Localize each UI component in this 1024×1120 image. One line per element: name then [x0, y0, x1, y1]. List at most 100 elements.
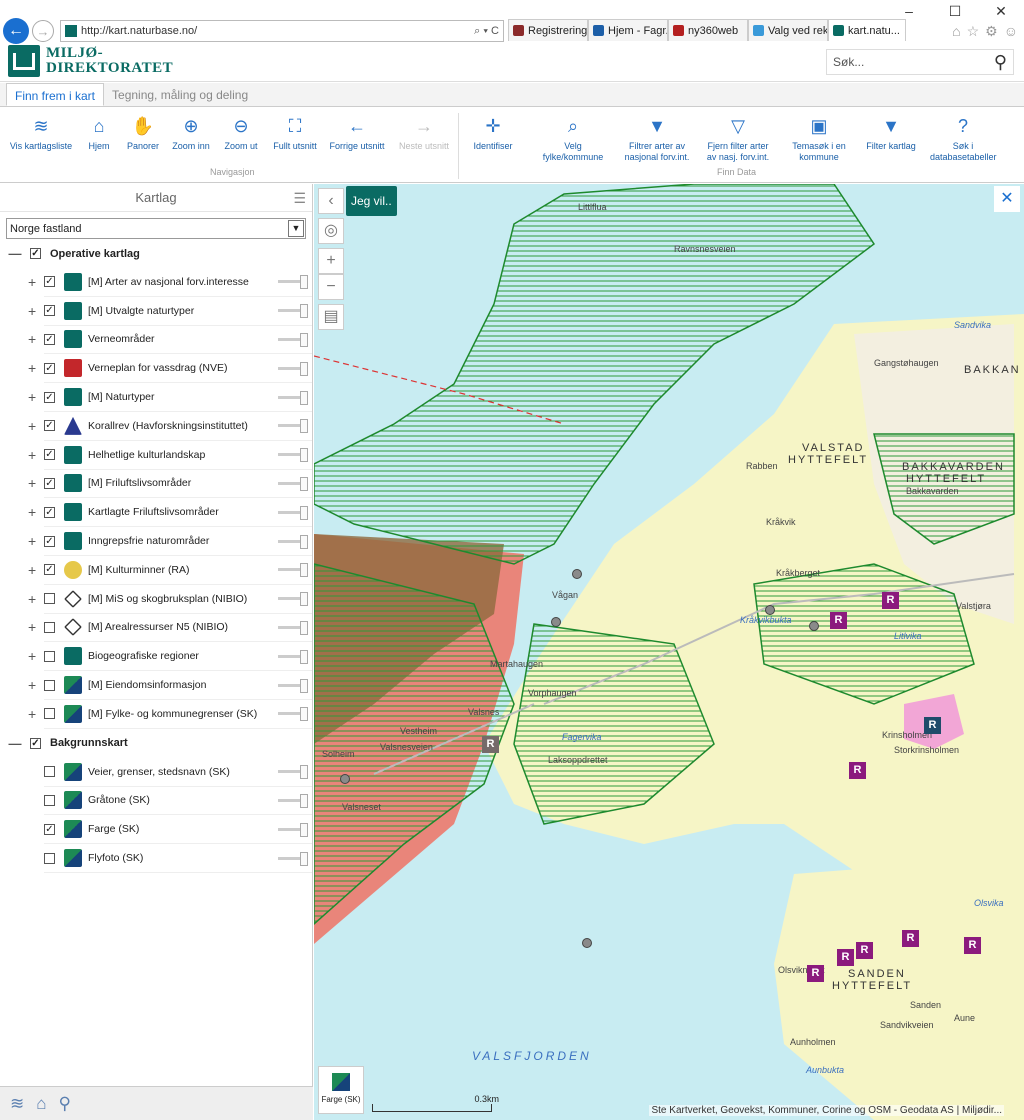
- cultural-heritage-marker[interactable]: R: [924, 717, 941, 734]
- opacity-slider[interactable]: [278, 563, 308, 578]
- layer-row[interactable]: + ✓ [M] Naturtyper: [28, 383, 312, 412]
- opacity-slider[interactable]: [278, 851, 308, 866]
- search-database-button[interactable]: ? Søk i databasetabeller: [930, 115, 997, 163]
- layer-checkbox[interactable]: ✓: [44, 449, 55, 461]
- legend-book-icon[interactable]: ▤: [318, 304, 344, 330]
- layers-button[interactable]: ≋ Vis kartlagsliste: [8, 115, 74, 152]
- favorites-icon[interactable]: ☆: [967, 23, 980, 40]
- map-canvas[interactable]: [314, 184, 1024, 1120]
- cultural-heritage-marker[interactable]: R: [849, 762, 866, 779]
- layer-row[interactable]: Veier, grenser, stedsnavn (SK): [44, 758, 312, 787]
- layer-checkbox[interactable]: ✓: [44, 823, 55, 835]
- expand-icon[interactable]: +: [28, 418, 36, 434]
- opacity-slider[interactable]: [278, 793, 308, 808]
- layer-row[interactable]: + ✓ [M] Kulturminner (RA): [28, 556, 312, 585]
- layers-footer-icon[interactable]: ≋: [10, 1094, 24, 1114]
- layer-checkbox[interactable]: [44, 794, 55, 806]
- close-tab-icon[interactable]: ×: [904, 23, 905, 38]
- layer-checkbox[interactable]: ✓: [44, 391, 55, 403]
- browser-tab[interactable]: ny360web: [668, 19, 748, 41]
- url-text[interactable]: http://kart.naturbase.no/: [81, 25, 470, 37]
- expand-icon[interactable]: +: [28, 447, 36, 463]
- collapse-panel-button[interactable]: ‹: [318, 188, 344, 214]
- browser-tab[interactable]: Valg ved rek...: [748, 19, 828, 41]
- expand-icon[interactable]: +: [28, 274, 36, 290]
- tab-tegning-maling-deling[interactable]: Tegning, måling og deling: [104, 83, 256, 106]
- layer-row[interactable]: ✓ Farge (SK): [44, 815, 312, 845]
- list-view-icon[interactable]: ☰: [293, 184, 306, 212]
- browser-tab[interactable]: kart.natu... ×: [828, 19, 906, 41]
- operative-group-checkbox[interactable]: ✓: [30, 248, 41, 259]
- layer-row[interactable]: + [M] Eiendomsinformasjon: [28, 671, 312, 700]
- opacity-slider[interactable]: [278, 332, 308, 347]
- opacity-slider[interactable]: [278, 505, 308, 520]
- opacity-slider[interactable]: [278, 419, 308, 434]
- cultural-heritage-marker[interactable]: R: [964, 937, 981, 954]
- opacity-slider[interactable]: [278, 822, 308, 837]
- layer-checkbox[interactable]: ✓: [44, 506, 55, 518]
- browser-tab[interactable]: Hjem - Fagr...: [588, 19, 668, 41]
- layer-checkbox[interactable]: ✓: [44, 564, 55, 576]
- expand-icon[interactable]: +: [28, 591, 36, 607]
- cultural-heritage-marker[interactable]: R: [902, 930, 919, 947]
- layer-row[interactable]: + ✓ [M] Friluftslivsområder: [28, 470, 312, 499]
- layer-checkbox[interactable]: ✓: [44, 305, 55, 317]
- opacity-slider[interactable]: [278, 304, 308, 319]
- back-button[interactable]: ←: [3, 18, 29, 44]
- zoom-in-map-button[interactable]: +: [318, 248, 344, 274]
- expand-icon[interactable]: +: [28, 677, 36, 693]
- layer-checkbox[interactable]: ✓: [44, 333, 55, 345]
- settings-gear-icon[interactable]: ⚙: [985, 23, 998, 40]
- layer-row[interactable]: + [M] Fylke- og kommunegrenser (SK): [28, 700, 312, 729]
- collapse-icon[interactable]: —: [0, 246, 30, 261]
- collapse-icon[interactable]: —: [0, 736, 30, 751]
- cultural-heritage-marker[interactable]: R: [856, 942, 873, 959]
- layer-checkbox[interactable]: [44, 621, 55, 633]
- opacity-slider[interactable]: [278, 592, 308, 607]
- search-footer-icon[interactable]: ⚲: [59, 1094, 71, 1114]
- layer-checkbox[interactable]: ✓: [44, 420, 55, 432]
- filter-button[interactable]: ▼ Filtrer arter av nasjonal forv.int.: [624, 115, 690, 163]
- expand-icon[interactable]: +: [28, 389, 36, 405]
- point-marker[interactable]: [765, 605, 775, 615]
- chevron-down-icon[interactable]: ▼: [288, 220, 304, 237]
- opacity-slider[interactable]: [278, 678, 308, 693]
- smiley-feedback-icon[interactable]: ☺: [1004, 23, 1018, 40]
- layer-row[interactable]: + [M] MiS og skogbruksplan (NIBIO): [28, 585, 312, 614]
- cultural-heritage-marker[interactable]: R: [837, 949, 854, 966]
- search-box[interactable]: Søk... ⚲: [826, 49, 1014, 75]
- filter-layer-button[interactable]: ▼ Filter kartlag: [858, 115, 924, 152]
- opacity-slider[interactable]: [278, 275, 308, 290]
- opacity-slider[interactable]: [278, 620, 308, 635]
- next-extent-button[interactable]: → Neste utsnitt: [391, 115, 457, 152]
- home-browser-icon[interactable]: ⌂: [952, 23, 960, 40]
- locate-me-button[interactable]: ◎: [318, 218, 344, 244]
- opacity-slider[interactable]: [278, 390, 308, 405]
- basemap-switcher[interactable]: Farge (SK): [318, 1066, 364, 1114]
- layer-checkbox[interactable]: ✓: [44, 362, 55, 374]
- forward-button[interactable]: →: [32, 20, 54, 42]
- layer-checkbox[interactable]: [44, 708, 55, 720]
- region-select[interactable]: Norge fastland ▼: [6, 218, 306, 239]
- point-marker[interactable]: [582, 938, 592, 948]
- cultural-heritage-marker[interactable]: R: [807, 965, 824, 982]
- full-extent-button[interactable]: ⛶ Fullt utsnitt: [262, 115, 328, 152]
- layer-row[interactable]: Gråtone (SK): [44, 787, 312, 816]
- layer-row[interactable]: + [M] Arealressurser N5 (NIBIO): [28, 614, 312, 643]
- layer-checkbox[interactable]: [44, 650, 55, 662]
- background-layers-group[interactable]: — ✓ Bakgrunnskart: [0, 729, 312, 758]
- expand-icon[interactable]: +: [28, 475, 36, 491]
- layer-checkbox[interactable]: [44, 766, 55, 778]
- miljodirektoratet-logo[interactable]: MILJØ- DIREKTORATET: [8, 45, 173, 77]
- opacity-slider[interactable]: [278, 707, 308, 722]
- cultural-heritage-marker[interactable]: R: [482, 736, 499, 753]
- point-marker[interactable]: [809, 621, 819, 631]
- search-icon[interactable]: ⚲: [994, 52, 1007, 73]
- theme-search-button[interactable]: ▣ Temasøk i en kommune: [786, 115, 852, 163]
- tools-wrench-icon[interactable]: ✕: [994, 186, 1020, 212]
- address-bar[interactable]: http://kart.naturbase.no/ ⌕ ▾ C: [60, 20, 504, 42]
- expand-icon[interactable]: +: [28, 619, 36, 635]
- expand-icon[interactable]: +: [28, 706, 36, 722]
- expand-icon[interactable]: +: [28, 303, 36, 319]
- layer-row[interactable]: Flyfoto (SK): [44, 844, 312, 873]
